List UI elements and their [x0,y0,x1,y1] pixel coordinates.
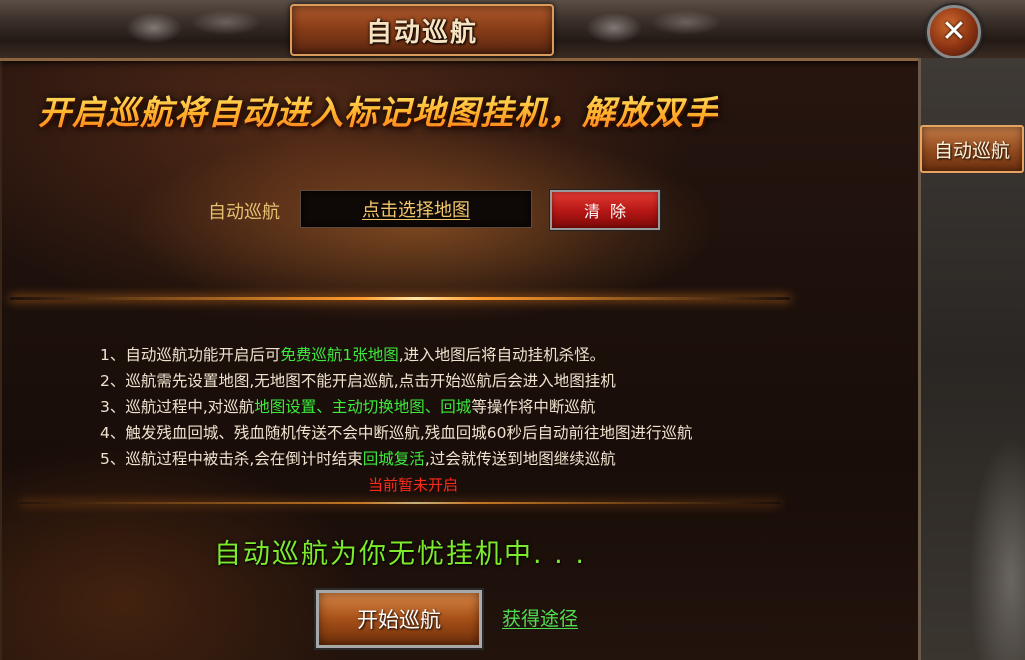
cruise-message: 自动巡航为你无忧挂机中. . . [214,539,586,570]
map-selector-row: 自动巡航 点击选择地图 清除 [208,190,668,230]
rule-text: 2、巡航需先设置地图,无地图不能开启巡航,点击开始巡航后会进入地图挂机 [100,372,616,390]
rule-text: ,进入地图后将自动挂机杀怪。 [398,346,606,364]
tab-auto-cruise-label: 自动巡航 [933,139,1010,162]
headline: 开启巡航将自动进入标记地图挂机，解放双手 [38,86,718,134]
rule-text: 1、自动巡航功能开启后可 [100,346,281,364]
window-title: 自动巡航 [365,17,478,48]
rule-item: 1、自动巡航功能开启后可免费巡航1张地图,进入地图后将自动挂机杀怪。 [100,342,860,368]
clear-button[interactable]: 清除 [550,190,660,230]
dragon-ornament-left [100,0,280,56]
rule-text: 5、巡航过程中被击杀,会在倒计时结束 [100,450,363,468]
rule-highlight: 地图设置、主动切换地图、回城 [254,398,472,416]
divider-top [10,297,790,300]
rule-item: 5、巡航过程中被击杀,会在倒计时结束回城复活,过会就传送到地图继续巡航 [100,446,860,472]
rule-highlight: 免费巡航1张地图 [280,346,399,364]
rule-item: 2、巡航需先设置地图,无地图不能开启巡航,点击开始巡航后会进入地图挂机 [100,368,860,394]
start-cruise-label: 开始巡航 [357,608,441,632]
obtain-method-link[interactable]: 获得途径 [502,604,578,631]
start-cruise-button[interactable]: 开始巡航 [316,590,482,648]
map-select-field[interactable]: 点击选择地图 [300,190,532,228]
tab-auto-cruise[interactable]: 自动巡航 [920,125,1024,173]
close-button[interactable]: ✕ [927,5,981,59]
title-plate: 自动巡航 [290,4,554,56]
divider-bottom [20,502,780,504]
title-bar: 自动巡航 ✕ [0,0,1025,61]
rules-list: 1、自动巡航功能开启后可免费巡航1张地图,进入地图后将自动挂机杀怪。 2、巡航需… [100,342,860,472]
rule-item: 3、巡航过程中,对巡航地图设置、主动切换地图、回城等操作将中断巡航 [100,394,860,420]
map-select-placeholder: 点击选择地图 [362,200,470,221]
rule-text: ,过会就传送到地图继续巡航 [424,450,616,468]
rule-text: 3、巡航过程中,对巡航 [100,398,255,416]
rule-text: 等操作将中断巡航 [471,398,596,416]
dragon-ornament-right [560,0,740,56]
rule-item: 4、触发残血回城、残血随机传送不会中断巡航,残血回城60秒后自动前往地图进行巡航 [100,420,860,446]
clear-button-label: 清除 [583,202,636,221]
status-text: 当前暂未开启 [367,476,458,494]
close-icon: ✕ [941,14,967,49]
map-selector-label: 自动巡航 [208,202,280,223]
rule-highlight: 回城复活 [362,450,425,468]
rule-text: 4、触发残血回城、残血随机传送不会中断巡航,残血回城60秒后自动前往地图进行巡航 [100,424,693,442]
